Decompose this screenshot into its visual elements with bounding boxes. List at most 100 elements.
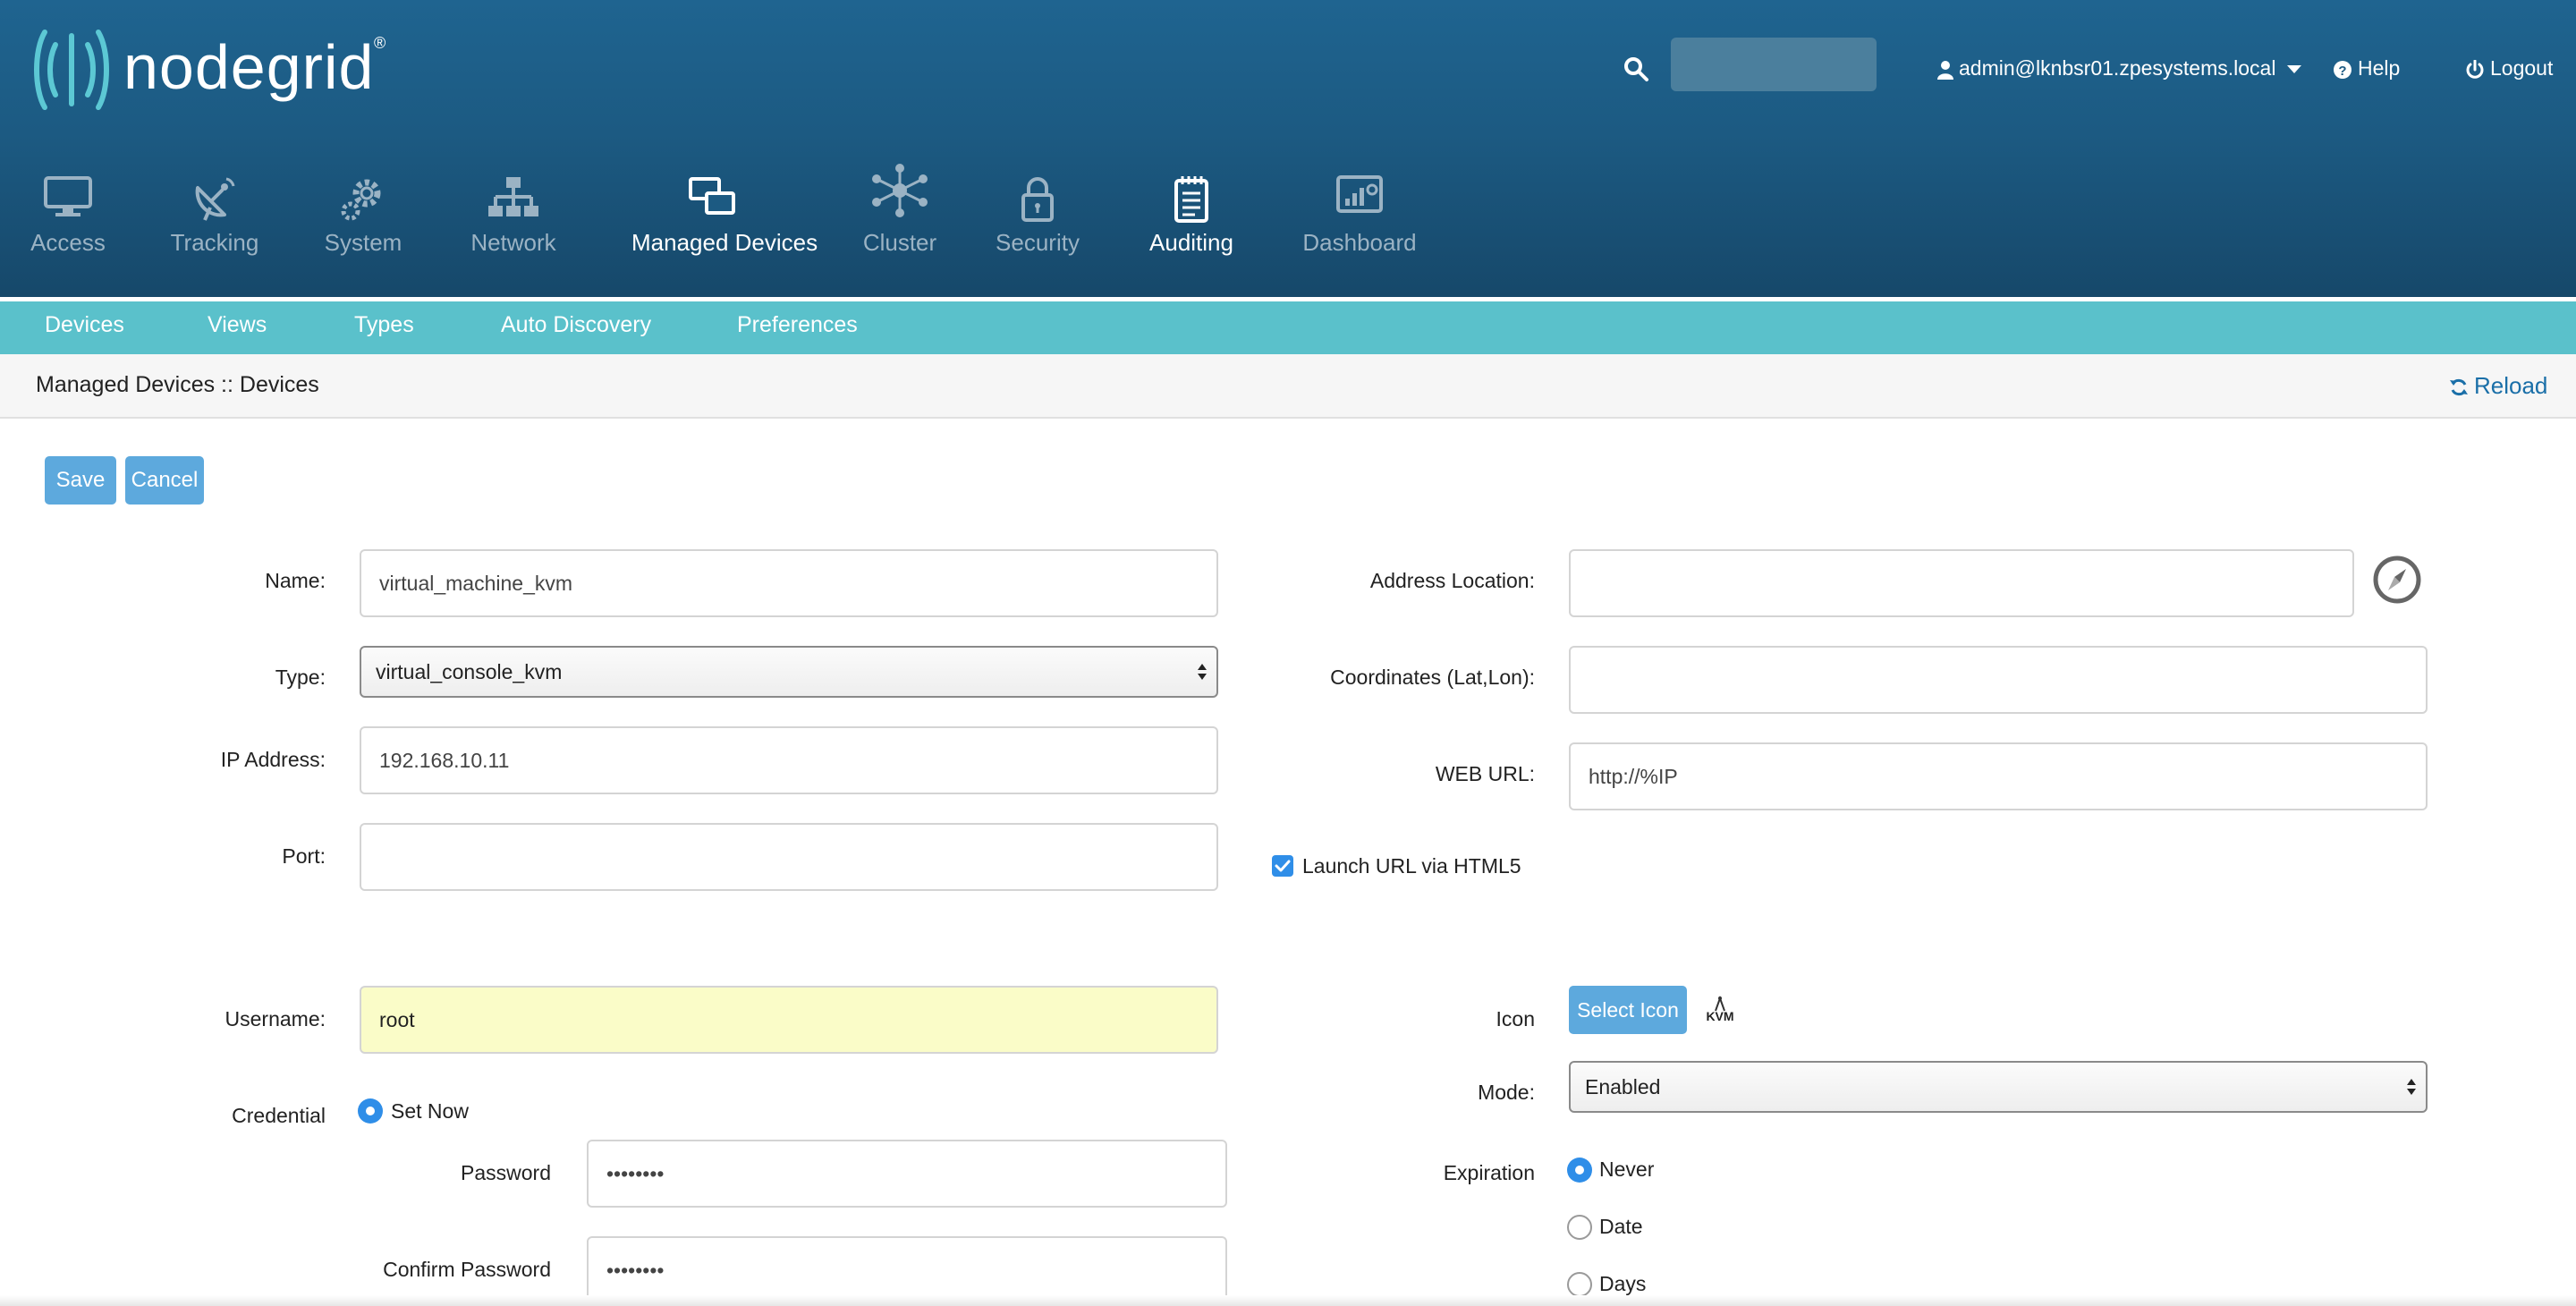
password-label: Password bbox=[461, 1161, 551, 1184]
nav-network[interactable]: Network bbox=[433, 175, 594, 265]
tab-preferences[interactable]: Preferences bbox=[737, 297, 858, 354]
monitor-icon bbox=[44, 176, 92, 216]
nav-label: Network bbox=[470, 229, 556, 256]
tab-devices[interactable]: Devices bbox=[45, 297, 124, 354]
question-circle-icon: ? bbox=[2334, 60, 2351, 79]
satellite-dish-icon bbox=[195, 177, 235, 221]
select-arrows-icon bbox=[1198, 664, 1207, 680]
user-name: admin@lknbsr01.zpesystems.local bbox=[1959, 56, 2276, 80]
expiration-date-label: Date bbox=[1599, 1215, 1643, 1238]
address-location-label: Address Location: bbox=[1369, 569, 1535, 592]
confirm-password-field[interactable]: •••••••• bbox=[587, 1236, 1227, 1304]
tab-auto-discovery[interactable]: Auto Discovery bbox=[501, 297, 651, 354]
registered-mark: ® bbox=[374, 34, 386, 52]
mode-select[interactable]: Enabled bbox=[1569, 1061, 2428, 1113]
nodegrid-logo-icon bbox=[34, 30, 109, 110]
ip-address-label: IP Address: bbox=[220, 748, 326, 771]
breadcrumb: Managed Devices :: Devices bbox=[36, 372, 319, 397]
nav-label: Managed Devices bbox=[631, 229, 818, 256]
coordinates-label: Coordinates (Lat,Lon): bbox=[1330, 666, 1535, 689]
expiration-days-radio[interactable] bbox=[1567, 1272, 1592, 1297]
bottom-edge-shadow bbox=[0, 1295, 2576, 1306]
help-label: Help bbox=[2358, 56, 2401, 80]
compass-icon[interactable] bbox=[2372, 555, 2422, 605]
header-search-input[interactable] bbox=[1671, 38, 1877, 91]
nav-access[interactable]: Access bbox=[0, 175, 148, 265]
nav-system[interactable]: System bbox=[283, 175, 444, 265]
svg-text:?: ? bbox=[2338, 64, 2346, 79]
expiration-date-radio[interactable] bbox=[1567, 1215, 1592, 1240]
dashboard-icon bbox=[1336, 175, 1383, 213]
nav-security[interactable]: Security bbox=[957, 175, 1118, 265]
lock-icon bbox=[1021, 177, 1054, 222]
nav-label: System bbox=[324, 229, 402, 256]
notepad-icon bbox=[1174, 176, 1208, 223]
sub-navigation: Devices Views Types Auto Discovery Prefe… bbox=[0, 297, 2576, 354]
nav-tracking[interactable]: Tracking bbox=[134, 175, 295, 265]
set-now-radio[interactable] bbox=[358, 1098, 383, 1124]
tab-types[interactable]: Types bbox=[354, 297, 414, 354]
cluster-icon bbox=[872, 164, 928, 217]
web-url-label: WEB URL: bbox=[1435, 762, 1535, 785]
launch-html5-checkbox[interactable] bbox=[1272, 855, 1293, 877]
search-icon[interactable] bbox=[1623, 55, 1649, 82]
icon-label: Icon bbox=[1496, 1007, 1535, 1030]
breadcrumb-bar: Managed Devices :: Devices Reload bbox=[0, 354, 2576, 419]
mode-label: Mode: bbox=[1478, 1081, 1535, 1104]
nav-managed-devices[interactable]: Managed Devices bbox=[631, 175, 818, 265]
refresh-icon bbox=[2450, 378, 2468, 396]
port-label: Port: bbox=[282, 844, 326, 868]
tab-views[interactable]: Views bbox=[208, 297, 267, 354]
launch-html5-label: Launch URL via HTML5 bbox=[1302, 854, 1521, 878]
chevron-down-icon bbox=[2286, 64, 2301, 73]
logout-link[interactable]: Logout bbox=[2465, 50, 2553, 86]
top-header: nodegrid ® admin@lknbsr01.zpesystems.loc… bbox=[0, 0, 2576, 297]
brand-name: nodegrid bbox=[123, 32, 375, 102]
coordinates-field[interactable] bbox=[1569, 646, 2428, 714]
network-tree-icon bbox=[488, 177, 538, 216]
reload-button[interactable]: Reload bbox=[2449, 372, 2547, 400]
power-icon bbox=[2466, 59, 2484, 79]
nav-label: Auditing bbox=[1149, 229, 1233, 256]
name-label: Name: bbox=[265, 569, 326, 592]
kvm-icon-text: KVM bbox=[1706, 1009, 1734, 1023]
user-menu[interactable]: admin@lknbsr01.zpesystems.local bbox=[1937, 50, 2307, 86]
web-url-field[interactable]: http://%IP bbox=[1569, 742, 2428, 810]
gears-icon bbox=[341, 179, 381, 221]
name-field[interactable]: virtual_machine_kvm bbox=[360, 549, 1218, 617]
select-arrows-icon bbox=[2407, 1079, 2416, 1095]
help-link[interactable]: ? Help bbox=[2333, 50, 2400, 86]
type-select-value: virtual_console_kvm bbox=[376, 660, 563, 683]
save-button[interactable]: Save bbox=[45, 456, 116, 505]
username-field[interactable]: root bbox=[360, 986, 1218, 1054]
checkmark-icon bbox=[1275, 860, 1291, 872]
confirm-password-label: Confirm Password bbox=[383, 1258, 551, 1281]
nav-auditing[interactable]: Auditing bbox=[1111, 175, 1272, 265]
reload-label: Reload bbox=[2474, 372, 2548, 399]
ip-address-field[interactable]: 192.168.10.11 bbox=[360, 726, 1218, 794]
nav-cluster[interactable]: Cluster bbox=[819, 164, 980, 265]
nav-label: Security bbox=[996, 229, 1080, 256]
managed-devices-icon bbox=[689, 177, 735, 215]
expiration-never-radio[interactable] bbox=[1567, 1158, 1592, 1183]
password-field[interactable]: •••••••• bbox=[587, 1140, 1227, 1208]
active-tab-indicator bbox=[0, 297, 2576, 301]
port-field[interactable] bbox=[360, 823, 1218, 891]
set-now-label: Set Now bbox=[391, 1099, 469, 1123]
credential-label: Credential bbox=[232, 1104, 326, 1127]
cancel-button[interactable]: Cancel bbox=[125, 456, 204, 505]
user-icon bbox=[1937, 60, 1953, 80]
type-label: Type: bbox=[275, 666, 326, 689]
expiration-label: Expiration bbox=[1443, 1161, 1535, 1184]
type-select[interactable]: virtual_console_kvm bbox=[360, 646, 1218, 698]
username-label: Username: bbox=[225, 1007, 326, 1030]
expiration-never-label: Never bbox=[1599, 1158, 1655, 1181]
nav-label: Access bbox=[30, 229, 106, 256]
address-location-field[interactable] bbox=[1569, 549, 2354, 617]
kvm-device-icon: KVM bbox=[1705, 995, 1735, 1027]
expiration-days-label: Days bbox=[1599, 1272, 1647, 1295]
nav-label: Dashboard bbox=[1302, 229, 1417, 256]
select-icon-button[interactable]: Select Icon bbox=[1569, 986, 1687, 1034]
mode-select-value: Enabled bbox=[1585, 1075, 1661, 1098]
nav-dashboard[interactable]: Dashboard bbox=[1279, 175, 1440, 265]
